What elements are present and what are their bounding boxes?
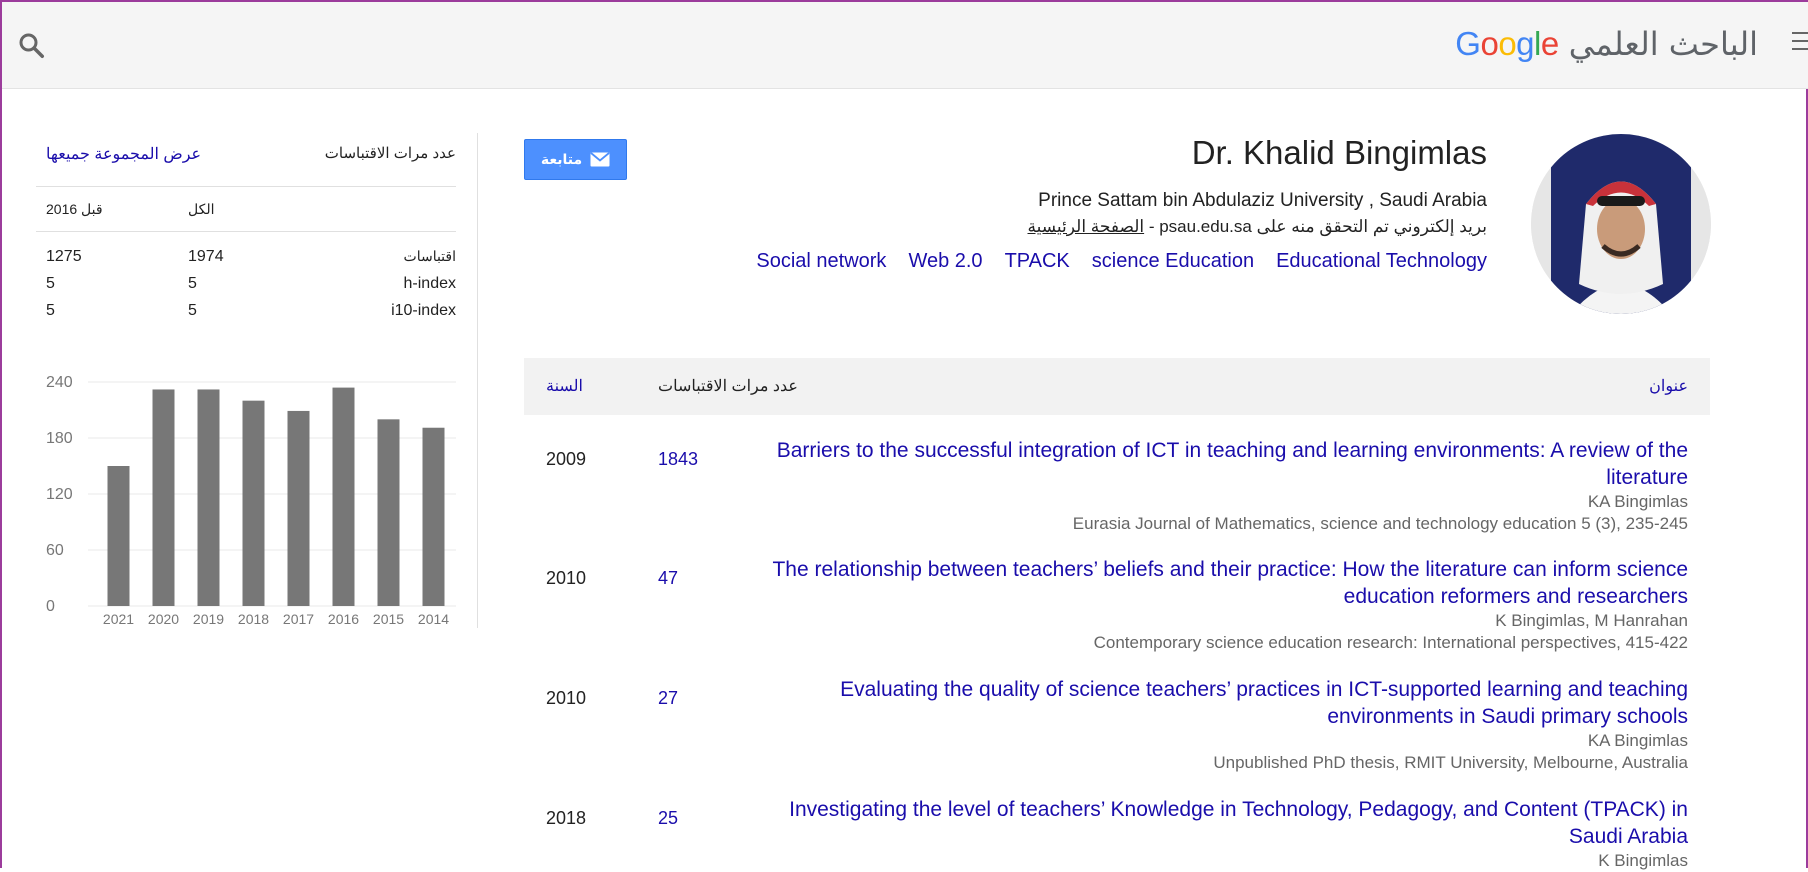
scholar-arabic-wordmark: الباحث العلمي [1568, 25, 1758, 63]
x-tick-label: 2017 [283, 611, 314, 627]
row-label: h-index [403, 275, 456, 292]
y-tick-label: 120 [46, 486, 73, 503]
chart-svg: 0 60 120 180 240 2021 2020 2019 2018 2017 2016 2015… [46, 374, 456, 627]
bar-2015[interactable] [377, 419, 400, 606]
menu-icon[interactable] [1792, 32, 1808, 54]
pub-cited-count[interactable]: 47 [658, 568, 678, 589]
bar-2018[interactable] [242, 400, 265, 606]
x-tick-label: 2014 [418, 611, 449, 627]
citations-header: عدد مرات الاقتباسات عرض المجموعة جميعها [36, 130, 456, 187]
sidebar-divider [477, 133, 478, 628]
bar-2020[interactable] [152, 389, 175, 606]
interest-social-network[interactable]: Social network [756, 250, 886, 273]
pub-year: 2010 [546, 568, 587, 588]
citations-columns: قبل 2016 الكل [36, 187, 456, 232]
cell-all: 5 [188, 275, 197, 292]
sort-by-year[interactable]: السنة [546, 376, 583, 396]
citations-title: عدد مرات الاقتباسات [324, 145, 456, 162]
col-since: قبل 2016 [46, 201, 103, 217]
pub-venue: Unpublished PhD thesis, RMIT University,… [1213, 753, 1688, 772]
cell-since: 5 [46, 275, 55, 292]
logo-letter: g [1516, 25, 1535, 62]
cell-all: 5 [188, 302, 197, 319]
interest-science-education[interactable]: science Education [1092, 250, 1254, 273]
verified-email: بريد إلكتروني تم التحقق منه على psau.edu… [1028, 217, 1488, 237]
i10-index-row: 5 5 i10-index [36, 298, 456, 325]
y-tick-label: 240 [46, 374, 73, 391]
pub-year: 2018 [546, 808, 587, 828]
col-all: الكل [188, 201, 215, 217]
x-tick-label: 2021 [103, 611, 134, 627]
pub-authors: K Bingimlas [1598, 851, 1688, 870]
follow-button[interactable]: متابعة [524, 139, 627, 180]
bar-2017[interactable] [287, 410, 310, 606]
bar-2019[interactable] [197, 389, 220, 606]
bar-2014[interactable] [422, 427, 445, 606]
pub-cited-count[interactable]: 27 [658, 688, 678, 709]
x-tick-label: 2018 [238, 611, 269, 627]
logo-letter: e [1540, 25, 1559, 62]
homepage-link[interactable]: الصفحة الرئيسية [1028, 217, 1145, 236]
cell-since: 1275 [46, 248, 82, 265]
pub-venue: Contemporary science education research:… [1093, 633, 1688, 652]
x-tick-label: 2019 [193, 611, 224, 627]
y-tick-label: 60 [46, 542, 64, 559]
pub-title[interactable]: Barriers to the successful integration o… [768, 437, 1688, 491]
citations-per-year-chart: 0 60 120 180 240 2021 2020 2019 2018 2017 2016 2015… [36, 366, 456, 636]
col-cited-by: عدد مرات الاقتباسات [658, 378, 798, 395]
row-label: اقتباسات [403, 248, 456, 264]
interest-tpack[interactable]: TPACK [1005, 250, 1070, 273]
pub-cited-count[interactable]: 1843 [658, 449, 698, 470]
verified-email-text: بريد إلكتروني تم التحقق منه على psau.edu… [1159, 217, 1487, 236]
publications-header: السنة عدد مرات الاقتباسات عنوان [524, 358, 1710, 415]
view-all-link[interactable]: عرض المجموعة جميعها [46, 144, 201, 164]
pub-authors: KA Bingimlas [1587, 731, 1688, 750]
sort-by-title[interactable]: عنوان [1649, 376, 1688, 396]
profile-affiliation: Prince Sattam bin Abdulaziz University ,… [1038, 190, 1487, 211]
google-wordmark: Google [1455, 25, 1559, 63]
citations-panel: عدد مرات الاقتباسات عرض المجموعة جميعها … [36, 130, 456, 325]
pub-year: 2009 [546, 449, 587, 469]
top-bar: Google الباحث العلمي [2, 2, 1808, 89]
y-tick-label: 0 [46, 598, 55, 615]
bar-2016[interactable] [332, 387, 355, 606]
scholar-logo[interactable]: Google الباحث العلمي [1455, 22, 1758, 66]
logo-letter: o [1498, 25, 1517, 62]
envelope-icon [590, 152, 610, 167]
logo-letter: G [1455, 25, 1481, 62]
logo-letter: o [1480, 25, 1499, 62]
pub-authors: K Bingimlas, M Hanrahan [1495, 611, 1688, 630]
search-icon[interactable] [16, 30, 46, 60]
research-interests: Social network Web 2.0 TPACK science Edu… [756, 250, 1487, 273]
cell-since: 5 [46, 302, 55, 319]
pub-venue: Eurasia Journal of Mathematics, science … [1072, 514, 1688, 533]
separator: - [1144, 217, 1160, 236]
interest-web-2-0[interactable]: Web 2.0 [908, 250, 982, 273]
x-tick-label: 2020 [148, 611, 179, 627]
cell-all: 1974 [188, 248, 224, 265]
pub-title[interactable]: The relationship between teachers’ belie… [768, 556, 1688, 610]
avatar [1531, 134, 1711, 314]
logo-letter: l [1534, 25, 1541, 62]
pub-title[interactable]: Investigating the level of teachers’ Kno… [768, 796, 1688, 850]
y-tick-label: 180 [46, 430, 73, 447]
citations-row: 1275 1974 اقتباسات [36, 244, 456, 271]
x-tick-label: 2015 [373, 611, 404, 627]
pub-authors: KA Bingimlas [1587, 492, 1688, 511]
row-label: i10-index [391, 302, 456, 319]
pub-year: 2010 [546, 688, 587, 708]
pub-title[interactable]: Evaluating the quality of science teache… [768, 676, 1688, 730]
x-tick-label: 2016 [328, 611, 359, 627]
profile-name: Dr. Khalid Bingimlas [1191, 134, 1487, 171]
h-index-row: 5 5 h-index [36, 271, 456, 298]
follow-label: متابعة [540, 151, 583, 168]
pub-cited-count[interactable]: 25 [658, 808, 678, 829]
bar-2021[interactable] [107, 466, 130, 606]
interest-educational-technology[interactable]: Educational Technology [1276, 250, 1487, 273]
